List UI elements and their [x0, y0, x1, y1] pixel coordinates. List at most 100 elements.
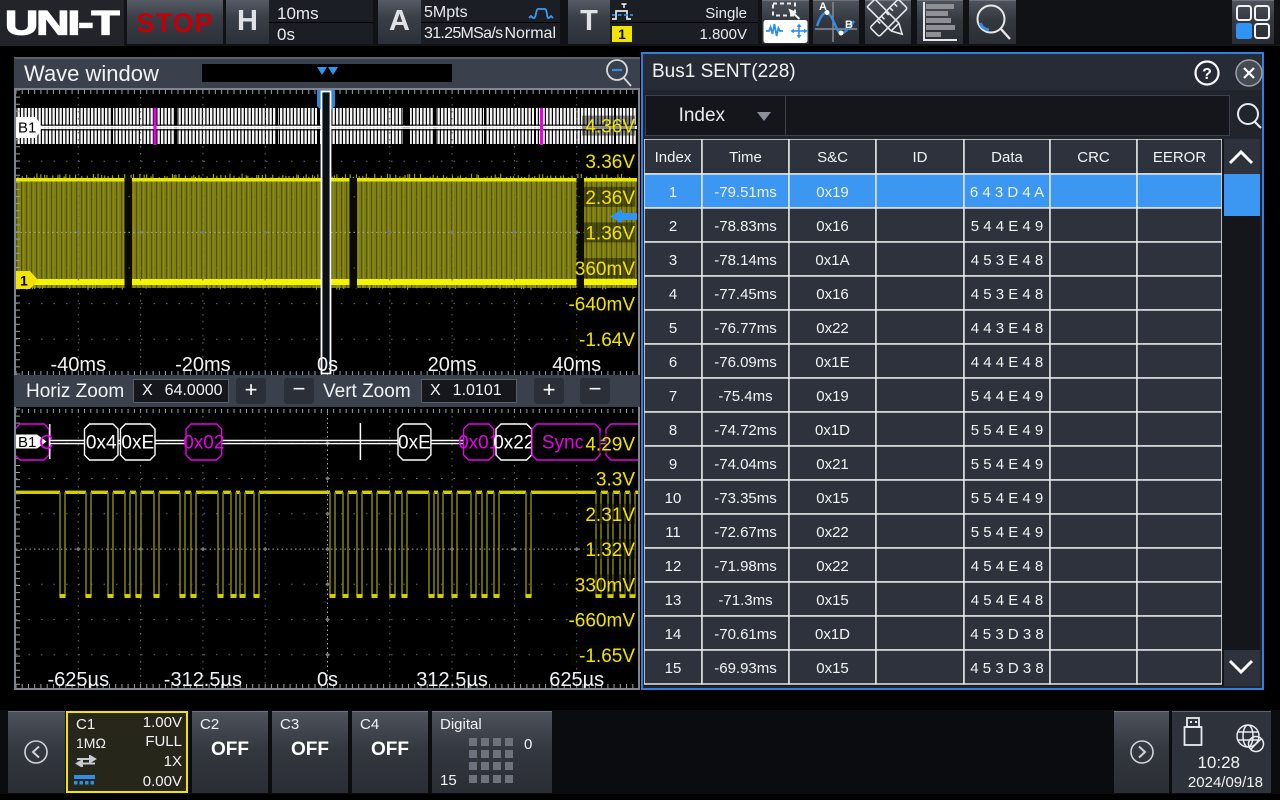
svg-text:0x15: 0x15 [816, 660, 849, 677]
svg-text:-75.4ms: -75.4ms [718, 388, 772, 405]
svg-text:-71.3ms: -71.3ms [718, 592, 772, 609]
svg-text:4 5 4 E 4 8: 4 5 4 E 4 8 [971, 592, 1044, 609]
svg-text:15: 15 [665, 660, 682, 677]
svg-text:0x16: 0x16 [816, 286, 849, 303]
svg-text:12: 12 [665, 558, 682, 575]
svg-text:-40ms: -40ms [51, 354, 107, 376]
svg-text:5: 5 [669, 320, 677, 337]
svg-text:B1: B1 [18, 434, 36, 451]
svg-text:4.36V: 4.36V [585, 117, 635, 138]
svg-text:312.5µs: 312.5µs [416, 669, 488, 690]
svg-text:14: 14 [665, 626, 682, 643]
svg-text:6: 6 [669, 354, 677, 371]
svg-text:2.31V: 2.31V [585, 505, 635, 526]
svg-text:0x02: 0x02 [183, 433, 224, 454]
svg-text:5 5 4 E 4 9: 5 5 4 E 4 9 [971, 422, 1044, 439]
svg-text:5 4 4 E 4 9: 5 4 4 E 4 9 [971, 218, 1044, 235]
svg-text:-1.64V: -1.64V [579, 330, 635, 351]
svg-text:Time: Time [729, 149, 762, 166]
svg-text:360mV: 360mV [575, 259, 636, 280]
svg-text:-78.14ms: -78.14ms [714, 252, 777, 269]
svg-text:0xE: 0xE [121, 433, 154, 454]
svg-text:4 4 3 E 4 8: 4 4 3 E 4 8 [971, 320, 1044, 337]
svg-text:2.36V: 2.36V [585, 188, 635, 209]
svg-text:0s: 0s [317, 354, 338, 376]
svg-text:-72.67ms: -72.67ms [714, 524, 777, 541]
svg-text:5 4 4 E 4 9: 5 4 4 E 4 9 [971, 388, 1044, 405]
svg-text:ID: ID [913, 149, 928, 166]
svg-text:-20ms: -20ms [175, 354, 231, 376]
svg-text:EEROR: EEROR [1153, 149, 1207, 166]
svg-text:3.3V: 3.3V [596, 470, 635, 491]
svg-text:2: 2 [669, 218, 677, 235]
svg-text:1.32V: 1.32V [585, 540, 635, 561]
svg-text:0x22: 0x22 [816, 320, 849, 337]
svg-text:5 5 4 E 4 9: 5 5 4 E 4 9 [971, 490, 1044, 507]
svg-text:7: 7 [669, 388, 677, 405]
svg-text:0x1E: 0x1E [815, 354, 849, 371]
svg-text:0x16: 0x16 [816, 218, 849, 235]
svg-text:-79.51ms: -79.51ms [714, 184, 777, 201]
svg-text:-74.72ms: -74.72ms [714, 422, 777, 439]
svg-text:0x22: 0x22 [816, 524, 849, 541]
svg-text:9: 9 [669, 456, 677, 473]
svg-text:0x4: 0x4 [86, 433, 117, 454]
svg-text:0xE: 0xE [398, 433, 431, 454]
svg-text:0x1D: 0x1D [815, 626, 850, 643]
svg-text:-73.35ms: -73.35ms [714, 490, 777, 507]
svg-text:B1: B1 [18, 120, 36, 137]
svg-text:-69.93ms: -69.93ms [714, 660, 777, 677]
svg-text:0x22: 0x22 [816, 558, 849, 575]
svg-text:-71.98ms: -71.98ms [714, 558, 777, 575]
svg-text:-660mV: -660mV [568, 611, 635, 632]
svg-text:-76.09ms: -76.09ms [714, 354, 777, 371]
svg-text:1: 1 [669, 184, 677, 201]
svg-text:13: 13 [665, 592, 682, 609]
svg-text:0x19: 0x19 [816, 184, 849, 201]
svg-text:4.29V: 4.29V [585, 434, 635, 455]
svg-text:-76.77ms: -76.77ms [714, 320, 777, 337]
svg-text:5 5 4 E 4 9: 5 5 4 E 4 9 [971, 456, 1044, 473]
svg-text:4 4 4 E 4 8: 4 4 4 E 4 8 [971, 354, 1044, 371]
svg-text:20ms: 20ms [428, 354, 477, 376]
svg-text:40ms: 40ms [552, 354, 601, 376]
svg-text:8: 8 [669, 422, 677, 439]
svg-text:-312.5µs: -312.5µs [164, 669, 242, 690]
svg-text:4 5 3 D 3 8: 4 5 3 D 3 8 [970, 626, 1043, 643]
svg-text:Data: Data [991, 149, 1023, 166]
svg-text:10: 10 [665, 490, 682, 507]
svg-text:S&C: S&C [817, 149, 848, 166]
svg-text:0x1D: 0x1D [815, 422, 850, 439]
svg-text:6 4 3 D 4 A: 6 4 3 D 4 A [970, 184, 1044, 201]
svg-text:B: B [845, 19, 853, 31]
svg-text:Index: Index [655, 149, 692, 166]
svg-text:Sync: Sync [542, 433, 584, 454]
svg-text:3.36V: 3.36V [585, 152, 635, 173]
svg-text:0x15: 0x15 [816, 592, 849, 609]
svg-text:4 5 3 D 3 8: 4 5 3 D 3 8 [970, 660, 1043, 677]
svg-text:?: ? [1202, 66, 1212, 83]
svg-text:0x19: 0x19 [816, 388, 849, 405]
svg-text:-70.61ms: -70.61ms [714, 626, 777, 643]
svg-text:-78.83ms: -78.83ms [714, 218, 777, 235]
svg-text:-74.04ms: -74.04ms [714, 456, 777, 473]
svg-text:-77.45ms: -77.45ms [714, 286, 777, 303]
svg-text:3: 3 [669, 252, 677, 269]
svg-text:4 5 4 E 4 8: 4 5 4 E 4 8 [971, 558, 1044, 575]
svg-text:-625µs: -625µs [48, 669, 110, 690]
svg-text:4 5 3 E 4 8: 4 5 3 E 4 8 [971, 286, 1044, 303]
svg-text:1.36V: 1.36V [585, 223, 635, 244]
svg-text:CRC: CRC [1077, 149, 1110, 166]
svg-text:-640mV: -640mV [568, 295, 635, 316]
svg-text:0x22: 0x22 [493, 433, 534, 454]
svg-text:C: C [39, 432, 53, 454]
svg-text:1: 1 [20, 273, 28, 289]
svg-text:5 5 4 E 4 9: 5 5 4 E 4 9 [971, 524, 1044, 541]
svg-text:0x1A: 0x1A [815, 252, 849, 269]
svg-text:0x21: 0x21 [816, 456, 849, 473]
svg-text:4: 4 [669, 286, 677, 303]
svg-text:330mV: 330mV [575, 575, 636, 596]
svg-text:0s: 0s [317, 669, 338, 690]
svg-text:4 5 3 E 4 8: 4 5 3 E 4 8 [971, 252, 1044, 269]
svg-text:-1.65V: -1.65V [579, 646, 635, 667]
